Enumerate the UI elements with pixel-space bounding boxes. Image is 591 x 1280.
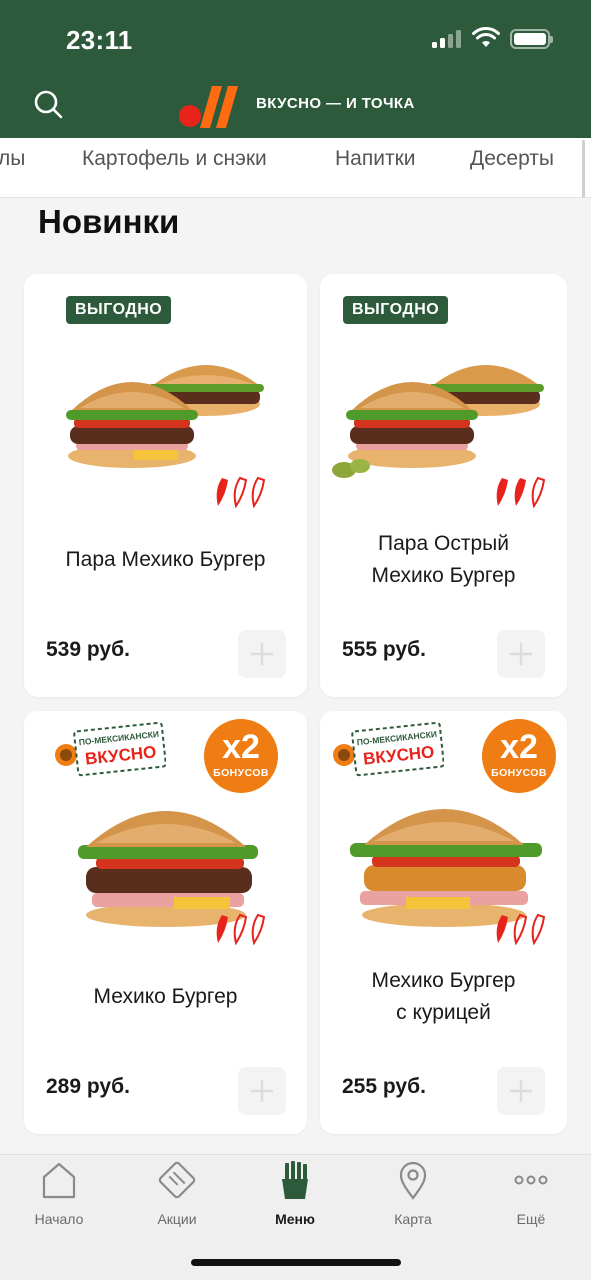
burger-image [78, 811, 258, 927]
add-to-cart-button[interactable] [238, 1067, 286, 1115]
bonus-multiplier: x2 [500, 728, 538, 766]
chili-rating-icon [216, 476, 266, 509]
double-burger-image [66, 365, 264, 468]
product-name: Пара Мехико Бургер [24, 544, 307, 576]
tab-potato-snacks[interactable]: Картофель и снэки [82, 138, 267, 197]
bonus-multiplier: x2 [222, 728, 260, 766]
product-name: Пара Острый Мехико Бургер [320, 528, 567, 592]
section-title: Новинки [38, 203, 180, 240]
product-price: 539 руб. [46, 638, 130, 661]
value-badge: ВЫГОДНО [343, 296, 449, 324]
nav-label: Меню [275, 1211, 315, 1227]
chili-rating-icon [496, 476, 546, 509]
home-indicator [191, 1259, 401, 1266]
add-to-cart-button[interactable] [497, 630, 545, 678]
bonus-label: БОНУСОВ [213, 767, 269, 779]
home-icon [42, 1162, 76, 1199]
battery-icon [510, 29, 553, 49]
category-tabs: лы Картофель и снэки Напитки Десерты [0, 138, 591, 198]
nav-more[interactable]: Ещё [472, 1155, 590, 1245]
brand-logo-icon [179, 86, 238, 128]
map-pin-icon [399, 1161, 427, 1200]
nav-home[interactable]: Начало [0, 1155, 118, 1245]
product-name: Мехико Бургер с курицей [320, 965, 567, 1029]
nav-promotions[interactable]: Акции [118, 1155, 236, 1245]
product-price: 255 руб. [342, 1075, 426, 1098]
nav-map[interactable]: Карта [354, 1155, 472, 1245]
nav-label: Начало [34, 1211, 84, 1227]
double-spicy-burger-image [332, 365, 544, 478]
nav-label: Ещё [516, 1211, 546, 1227]
plus-icon [510, 643, 532, 665]
add-to-cart-button[interactable] [238, 630, 286, 678]
status-time: 23:11 [66, 25, 133, 55]
chili-rating-icon [496, 913, 546, 946]
app-header: 23:11 ВКУСНО — И ТОЧКА [0, 0, 591, 138]
value-badge: ВЫГОДНО [66, 296, 172, 324]
fries-icon [282, 1161, 308, 1199]
bonus-label: БОНУСОВ [491, 767, 547, 779]
product-card[interactable]: ПО-МЕКСИКАНСКИ ВКУСНО x2 БОНУСОВ Мехико … [24, 711, 307, 1134]
cellular-signal-icon [432, 30, 462, 48]
chicken-burger-image [350, 809, 542, 927]
wifi-icon [472, 27, 500, 47]
product-name-line: Пара Мехико Бургер [65, 548, 266, 571]
bonus-badge: x2 БОНУСОВ [482, 719, 556, 793]
tabs-scrollbar[interactable] [582, 140, 585, 198]
tab-drinks[interactable]: Напитки [335, 138, 415, 197]
bonus-badge: x2 БОНУСОВ [204, 719, 278, 793]
product-name: Мехико Бургер [24, 981, 307, 1013]
promo-ticket-icon [158, 1161, 196, 1199]
tab-desserts[interactable]: Десерты [470, 138, 554, 197]
nav-label: Акции [157, 1211, 197, 1227]
brand-name: ВКУСНО — И ТОЧКА [256, 95, 415, 112]
promo-sticker: ПО-МЕКСИКАНСКИ ВКУСНО [333, 721, 444, 777]
promo-sticker: ПО-МЕКСИКАНСКИ ВКУСНО [55, 721, 166, 777]
product-card[interactable]: ВЫГОДНО Пара Мехико Бургер 539 руб. [24, 274, 307, 697]
add-to-cart-button[interactable] [497, 1067, 545, 1115]
product-name-line: с курицей [396, 1001, 491, 1024]
plus-icon [251, 1080, 273, 1102]
chili-rating-icon [216, 913, 266, 946]
plus-icon [510, 1080, 532, 1102]
product-card[interactable]: ПО-МЕКСИКАНСКИ ВКУСНО x2 БОНУСОВ Мехико … [320, 711, 567, 1134]
product-card[interactable]: ВЫГОДНО Пара Острый Мехико Бургер 555 ру… [320, 274, 567, 697]
tab-partial[interactable]: лы [0, 138, 25, 197]
more-dots-icon [514, 1175, 548, 1185]
product-name-line: Мехико Бургер [371, 969, 516, 992]
plus-icon [251, 643, 273, 665]
search-icon [34, 90, 63, 119]
product-price: 555 руб. [342, 638, 426, 661]
product-name-line: Мехико Бургер [371, 564, 516, 587]
product-name-line: Мехико Бургер [93, 985, 238, 1008]
nav-menu[interactable]: Меню [236, 1155, 354, 1245]
nav-label: Карта [394, 1211, 432, 1227]
menu-content: Новинки ВЫГОДНО Пара Мехико Бургер 539 р… [0, 199, 591, 1154]
product-price: 289 руб. [46, 1075, 130, 1098]
product-name-line: Пара Острый [378, 532, 509, 555]
search-button[interactable] [28, 84, 68, 124]
